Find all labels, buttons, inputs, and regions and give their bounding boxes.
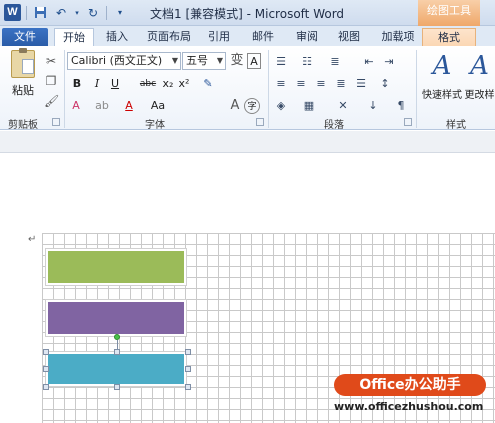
borders-icon[interactable]: ▦ (300, 98, 318, 114)
ribbon-home: 粘贴 ✂ ❐ 🖌 剪贴板 Calibri (西文正文) ▼ 五号 ▼ 变 A B… (0, 46, 495, 131)
group-divider (268, 50, 269, 128)
quick-access-toolbar: W ↶ ▾ ↻ ▾ (4, 4, 128, 21)
resize-handle-left[interactable] (43, 366, 49, 372)
quick-styles-button[interactable]: A 快速样式 (418, 50, 466, 114)
qat-separator (106, 5, 107, 20)
watermark-badge: Office办公助手 (334, 374, 486, 396)
undo-icon[interactable]: ↶ (53, 5, 69, 21)
cut-icon[interactable]: ✂ (44, 54, 58, 68)
tab-format[interactable]: 格式 (422, 28, 476, 46)
resize-handle-bottom[interactable] (114, 384, 120, 390)
paste-icon (11, 48, 35, 78)
window-title: 文档1 [兼容模式] - Microsoft Word (150, 7, 345, 21)
clipboard-launcher-icon[interactable] (52, 118, 60, 126)
char-border-icon[interactable]: A (247, 53, 261, 69)
purple-rectangle-shape[interactable] (46, 300, 186, 336)
page-margin-top (0, 153, 495, 209)
green-rectangle-shape[interactable] (46, 249, 186, 285)
font-name-select[interactable]: Calibri (西文正文) ▼ (67, 52, 181, 70)
change-styles-button[interactable]: A 更改样 (464, 50, 495, 114)
sort-icon[interactable]: ↓ (364, 98, 382, 114)
tab-file[interactable]: 文件 (2, 28, 48, 46)
font-name-value: Calibri (西文正文) (71, 54, 163, 67)
align-right-icon[interactable]: ≡ (312, 76, 330, 92)
align-left-icon[interactable]: ≡ (272, 76, 290, 92)
distributed-icon[interactable]: ☰ (352, 76, 370, 92)
chevron-down-icon: ▼ (171, 56, 178, 65)
resize-handle-top-right[interactable] (185, 349, 191, 355)
word-app-icon[interactable]: W (4, 4, 21, 21)
tab-page-layout[interactable]: 页面布局 (142, 28, 196, 46)
text-effects-icon[interactable]: A (68, 98, 84, 114)
tab-view[interactable]: 视图 (334, 28, 364, 46)
shading-icon[interactable]: ◈ (272, 98, 290, 114)
phonetic-guide-icon[interactable]: 变 (228, 53, 246, 69)
bold-button[interactable]: B (70, 76, 84, 92)
tab-home[interactable]: 开始 (54, 28, 94, 46)
chinese-layout-icon[interactable]: ✕ (334, 98, 352, 114)
justify-icon[interactable]: ≣ (332, 76, 350, 92)
clipboard-group-label: 剪贴板 (8, 120, 38, 131)
multilevel-list-icon[interactable]: ≣ (326, 54, 344, 70)
customize-qat-icon[interactable]: ▾ (112, 5, 128, 21)
tab-review[interactable]: 审阅 (292, 28, 322, 46)
change-styles-icon: A (470, 51, 489, 81)
ribbon-tabs: 文件 开始 插入 页面布局 引用 邮件 审阅 视图 加载项 格式 (0, 26, 495, 46)
align-center-icon[interactable]: ≡ (292, 76, 310, 92)
enclose-char-icon[interactable]: 字 (244, 98, 260, 114)
chevron-down-icon: ▼ (216, 56, 223, 65)
tab-insert[interactable]: 插入 (100, 28, 134, 46)
font-group-label: 字体 (145, 120, 165, 131)
resize-handle-bottom-right[interactable] (185, 384, 191, 390)
resize-handle-top[interactable] (114, 349, 120, 355)
line-spacing-icon[interactable]: ↕ (376, 76, 394, 92)
highlight-icon[interactable]: ab (94, 98, 110, 114)
increase-indent-icon[interactable]: ⇥ (380, 54, 398, 70)
drawing-tools-context-header: 绘图工具 (418, 0, 480, 26)
show-marks-icon[interactable]: ¶ (392, 98, 410, 114)
quick-styles-icon: A (432, 51, 452, 81)
paragraph-launcher-icon[interactable] (404, 118, 412, 126)
paragraph-group-label: 段落 (324, 120, 344, 131)
group-divider (64, 50, 65, 128)
tab-add-ins[interactable]: 加载项 (376, 28, 420, 46)
resize-handle-right[interactable] (185, 366, 191, 372)
decrease-indent-icon[interactable]: ⇤ (360, 54, 378, 70)
underline-button[interactable]: U (108, 76, 122, 92)
font-launcher-icon[interactable] (256, 118, 264, 126)
font-size-value: 五号 (186, 54, 208, 67)
italic-button[interactable]: I (90, 76, 104, 92)
watermark-url: www.officezhushou.com (334, 400, 484, 413)
save-icon[interactable] (32, 5, 48, 21)
bullets-icon[interactable]: ☰ (272, 54, 290, 70)
paste-label: 粘贴 (12, 84, 34, 97)
styles-group-label: 样式 (446, 120, 466, 131)
undo-dropdown-icon[interactable]: ▾ (74, 5, 80, 21)
ruler-area (0, 131, 495, 153)
quick-styles-label: 快速样式 (422, 90, 462, 101)
change-styles-label: 更改样 (464, 90, 495, 101)
title-bar: W ↶ ▾ ↻ ▾ 文档1 [兼容模式] - Microsoft Word 绘图… (0, 0, 495, 26)
clear-format-icon[interactable]: ✎ (198, 76, 218, 92)
redo-icon[interactable]: ↻ (85, 5, 101, 21)
subscript-button[interactable]: x₂ (160, 76, 176, 92)
copy-icon[interactable]: ❐ (44, 74, 58, 88)
font-color-button[interactable]: A (122, 98, 136, 114)
paragraph-mark: ↵ (28, 234, 37, 245)
resize-handle-top-left[interactable] (43, 349, 49, 355)
strikethrough-button[interactable]: abc (137, 76, 159, 92)
format-painter-icon[interactable]: 🖌 (44, 94, 59, 108)
resize-handle-bottom-left[interactable] (43, 384, 49, 390)
tab-mailings[interactable]: 邮件 (248, 28, 278, 46)
change-case-button[interactable]: Aa (148, 98, 168, 114)
blue-rectangle-shape[interactable] (46, 352, 186, 386)
font-size-select[interactable]: 五号 ▼ (182, 52, 226, 70)
qat-separator (26, 5, 27, 20)
superscript-button[interactable]: x² (176, 76, 192, 92)
paste-button[interactable]: 粘贴 (6, 48, 40, 108)
group-divider (416, 50, 417, 128)
char-shading-icon[interactable]: A (228, 98, 242, 114)
numbering-icon[interactable]: ☷ (298, 54, 316, 70)
tab-references[interactable]: 引用 (204, 28, 234, 46)
